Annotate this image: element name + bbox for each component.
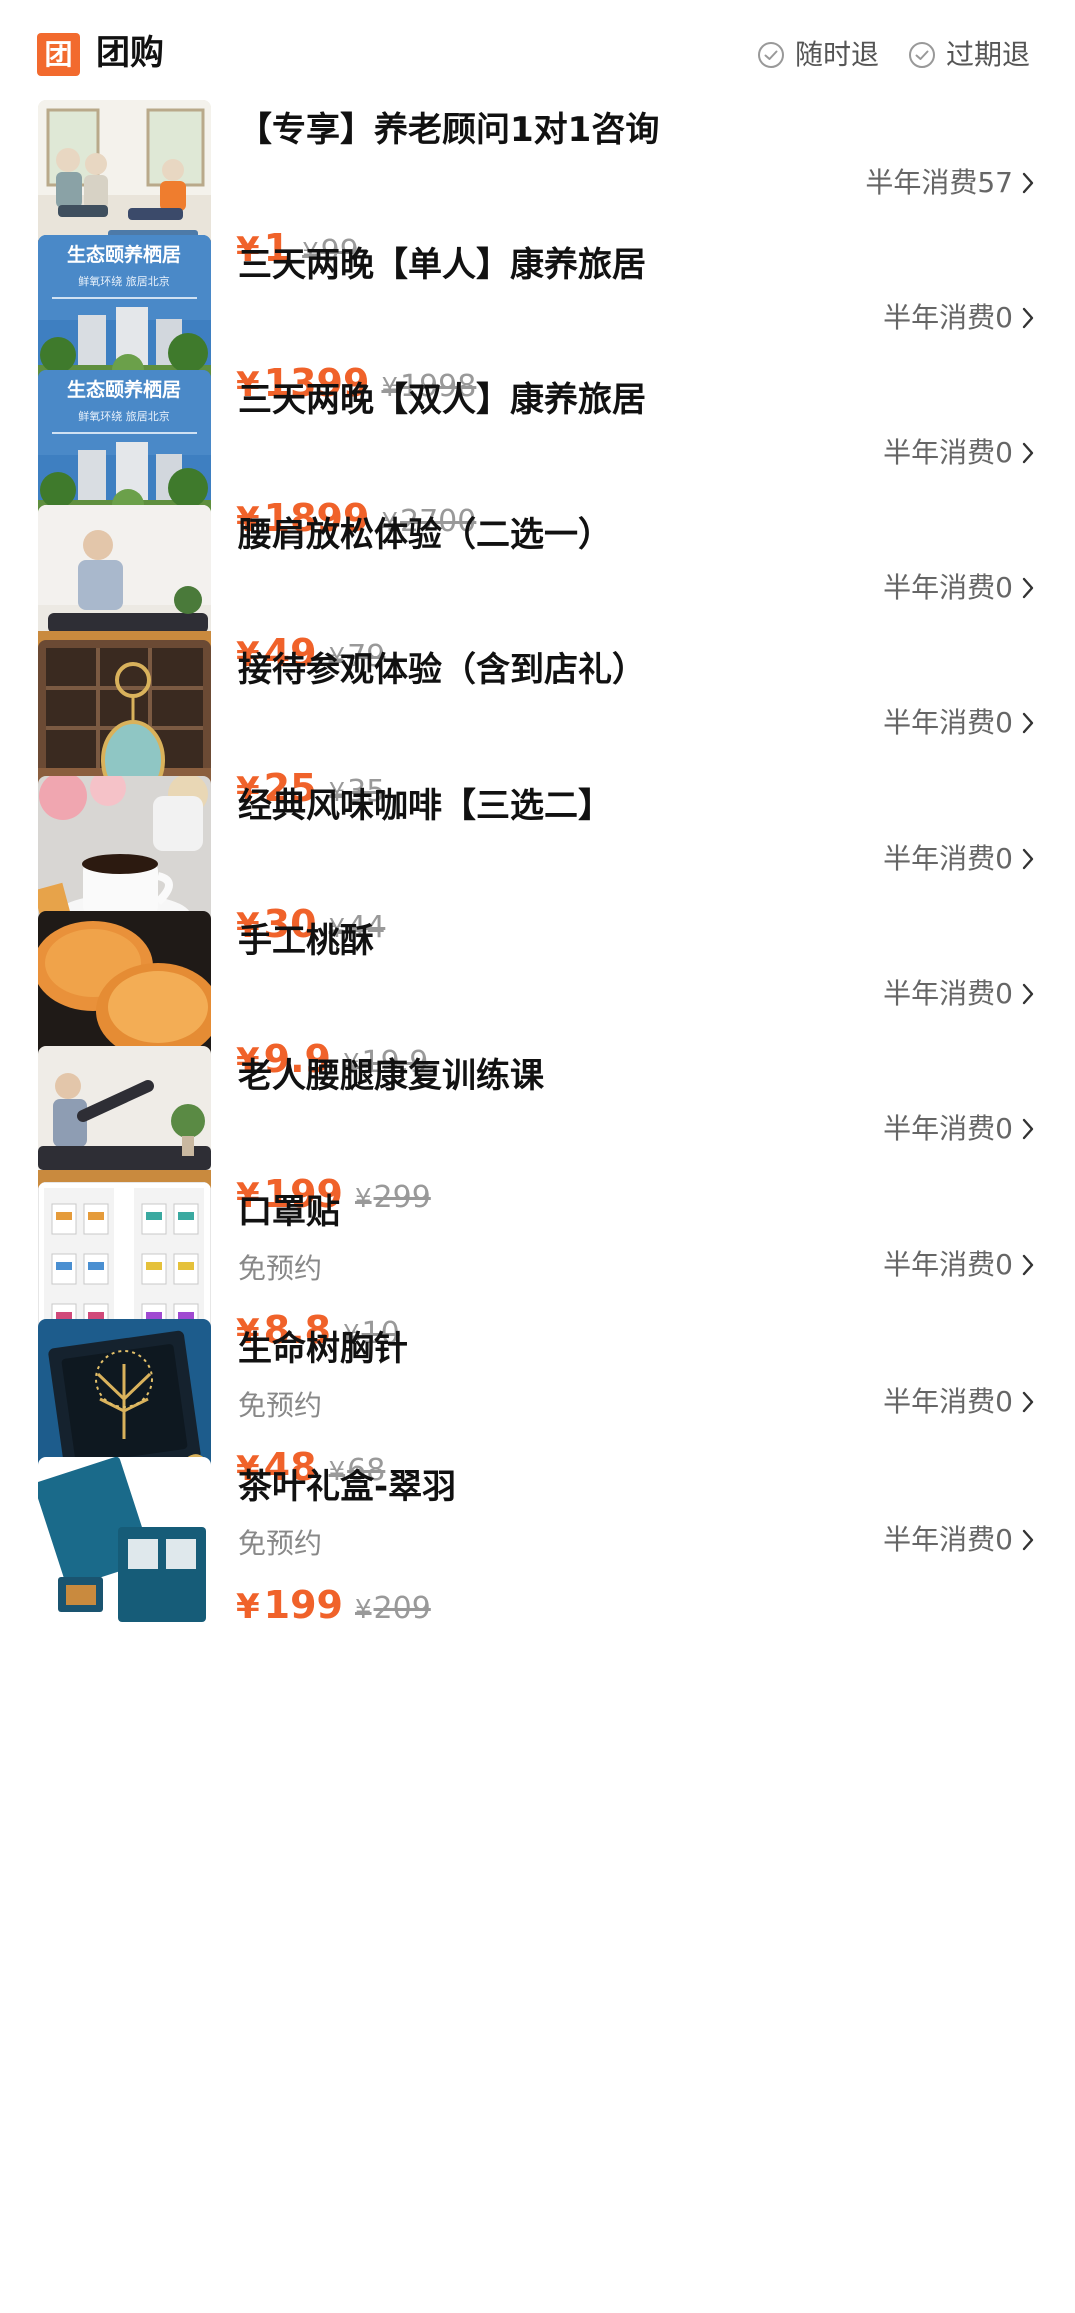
- svg-text:生态颐养栖居: 生态颐养栖居: [67, 378, 181, 401]
- sales-count-link[interactable]: 半年消费0: [883, 1383, 1037, 1421]
- currency-symbol: ¥: [236, 1587, 260, 1627]
- current-price-value: 199: [263, 1583, 343, 1627]
- sales-count: 半年消费0: [883, 1385, 1013, 1418]
- deal-title[interactable]: 腰肩放松体验（二选一）: [238, 511, 612, 559]
- sales-count-link[interactable]: 半年消费0: [883, 1246, 1037, 1284]
- sales-count-link[interactable]: 半年消费57: [865, 164, 1037, 202]
- chevron-right-icon: [1022, 172, 1034, 194]
- deal-title[interactable]: 经典风味咖啡【三选二】: [238, 782, 612, 830]
- sales-count-link[interactable]: 半年消费0: [883, 434, 1037, 472]
- deal-note: 免预约: [238, 1389, 323, 1422]
- sales-count: 半年消费0: [883, 301, 1013, 334]
- policy-label: 过期退: [946, 38, 1031, 71]
- chevron-right-icon: [1022, 1254, 1034, 1276]
- deal-item[interactable]: 茶叶礼盒-翠羽 免预约 ¥199 ¥209 半年消费0: [0, 1457, 1075, 1637]
- sales-count: 半年消费57: [865, 166, 1013, 199]
- sales-count: 半年消费0: [883, 842, 1013, 875]
- deal-note: 免预约: [238, 1527, 323, 1560]
- chevron-right-icon: [1022, 307, 1034, 329]
- svg-text:鲜氧环绕 旅居北京: 鲜氧环绕 旅居北京: [78, 274, 170, 288]
- sales-count: 半年消费0: [883, 571, 1013, 604]
- sales-count: 半年消费0: [883, 977, 1013, 1010]
- chevron-right-icon: [1022, 577, 1034, 599]
- deal-thumbnail[interactable]: [38, 1457, 211, 1630]
- deal-price-row: ¥199 ¥209: [236, 1581, 431, 1631]
- group-buy-badge-icon: 团: [37, 33, 80, 76]
- deal-title[interactable]: 口罩贴: [238, 1188, 340, 1236]
- sales-count-link[interactable]: 半年消费0: [883, 975, 1037, 1013]
- sales-count-link[interactable]: 半年消费0: [883, 1521, 1037, 1559]
- sales-count-link[interactable]: 半年消费0: [883, 840, 1037, 878]
- chevron-right-icon: [1022, 1529, 1034, 1551]
- chevron-right-icon: [1022, 1391, 1034, 1413]
- tea-gift-box: [38, 1457, 211, 1630]
- sales-count-link[interactable]: 半年消费0: [883, 299, 1037, 337]
- deal-title[interactable]: 三天两晚【单人】康养旅居: [238, 241, 646, 289]
- svg-text:鲜氧环绕 旅居北京: 鲜氧环绕 旅居北京: [78, 409, 170, 423]
- deal-title[interactable]: 三天两晚【双人】康养旅居: [238, 376, 646, 424]
- currency-symbol: ¥: [355, 1595, 372, 1625]
- deal-title[interactable]: 接待参观体验（含到店礼）: [238, 646, 646, 694]
- policy-refund-expired: 过期退: [908, 36, 1030, 74]
- original-price: ¥209: [355, 1589, 431, 1630]
- policy-label: 随时退: [795, 38, 880, 71]
- sales-count: 半年消费0: [883, 1523, 1013, 1556]
- check-circle-icon: [909, 42, 935, 68]
- sales-count-link[interactable]: 半年消费0: [883, 1110, 1037, 1148]
- deal-title[interactable]: 【专享】养老顾问1对1咨询: [238, 106, 659, 154]
- group-buy-header: 团 团购 随时退 过期退: [0, 0, 1075, 104]
- group-buy-page: 团 团购 随时退 过期退 【专享】养老顾问1对1咨询 ¥ 1 ¥99 半年消费5…: [0, 0, 1075, 2313]
- chevron-right-icon: [1022, 712, 1034, 734]
- section-title: 团购: [96, 33, 164, 73]
- sales-count: 半年消费0: [883, 436, 1013, 469]
- svg-text:生态颐养栖居: 生态颐养栖居: [67, 243, 181, 266]
- sales-count-link[interactable]: 半年消费0: [883, 704, 1037, 742]
- deal-title[interactable]: 老人腰腿康复训练课: [238, 1052, 544, 1100]
- deal-title[interactable]: 茶叶礼盒-翠羽: [238, 1463, 456, 1511]
- deal-note: 免预约: [238, 1252, 323, 1285]
- chevron-right-icon: [1022, 1118, 1034, 1140]
- check-circle-icon: [758, 42, 784, 68]
- deal-title[interactable]: 手工桃酥: [238, 917, 374, 965]
- chevron-right-icon: [1022, 848, 1034, 870]
- current-price: ¥199: [236, 1581, 343, 1631]
- chevron-right-icon: [1022, 983, 1034, 1005]
- sales-count: 半年消费0: [883, 1112, 1013, 1145]
- deal-title[interactable]: 生命树胸针: [238, 1325, 408, 1373]
- chevron-right-icon: [1022, 442, 1034, 464]
- sales-count: 半年消费0: [883, 706, 1013, 739]
- original-price-value: 209: [373, 1591, 431, 1626]
- sales-count: 半年消费0: [883, 1248, 1013, 1281]
- sales-count-link[interactable]: 半年消费0: [883, 569, 1037, 607]
- policy-refund-anytime: 随时退: [757, 36, 879, 74]
